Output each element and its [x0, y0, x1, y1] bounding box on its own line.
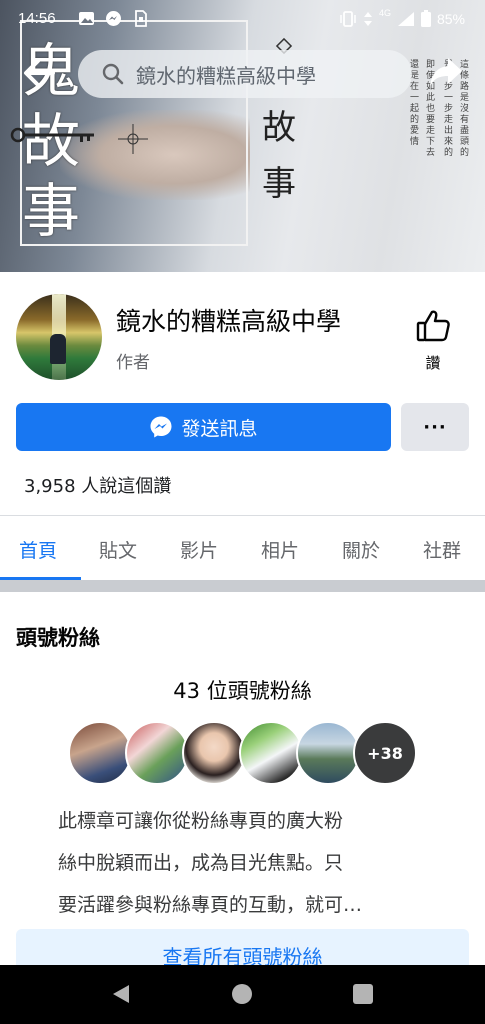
search-text: 鏡水的糟糕高級中學 — [136, 63, 316, 88]
more-fans-count[interactable]: +38 — [353, 721, 417, 785]
description-line: 絲中脫穎而出，成為目光焦點。只 — [58, 852, 344, 874]
status-bar: 14:56 4G 85% — [0, 0, 485, 38]
fan-avatar-list[interactable]: +38 — [68, 721, 418, 785]
back-arrow-icon[interactable] — [22, 56, 56, 90]
data-transfer-icon — [363, 11, 372, 26]
vibrate-icon — [340, 10, 356, 27]
fan-avatar[interactable] — [296, 721, 360, 785]
section-separator — [0, 580, 485, 592]
nav-back-icon[interactable] — [110, 983, 132, 1005]
page-tabs: 首頁 貼文 影片 相片 關於 社群 — [0, 516, 485, 580]
description-line: 此標章可讓你從粉絲專頁的廣大粉 — [58, 810, 344, 832]
messenger-icon — [150, 416, 172, 438]
description-line: 要活躍參與粉絲專頁的互動，就可… — [58, 894, 363, 916]
cover-calligraphy-right: 故事 — [262, 108, 296, 204]
battery-icon — [420, 10, 431, 27]
search-icon — [102, 63, 124, 85]
network-type: 4G — [378, 7, 391, 18]
share-icon[interactable] — [428, 56, 464, 90]
nav-home-icon[interactable] — [232, 984, 252, 1004]
fan-avatar[interactable] — [239, 721, 303, 785]
compass-ornament-icon — [118, 124, 148, 154]
fan-avatar[interactable] — [182, 721, 246, 785]
system-navigation-bar — [0, 965, 485, 1024]
likes-count: 3,958 人說這個讚 — [24, 476, 172, 497]
key-icon — [10, 127, 94, 143]
like-button[interactable]: 讚 — [410, 308, 456, 378]
thumbs-up-icon — [416, 310, 450, 342]
page-role: 作者 — [116, 353, 150, 373]
page-avatar[interactable] — [16, 294, 102, 380]
fan-avatar[interactable] — [68, 721, 132, 785]
tab-home[interactable]: 首頁 — [19, 536, 57, 563]
status-time: 14:56 — [18, 10, 56, 27]
more-options-button[interactable]: ··· — [401, 403, 469, 451]
tab-photos[interactable]: 相片 — [261, 536, 299, 563]
tab-about[interactable]: 關於 — [342, 536, 380, 563]
fan-avatar[interactable] — [125, 721, 189, 785]
page-title: 鏡水的糟糕高級中學 — [116, 307, 342, 336]
send-message-label: 發送訊息 — [181, 417, 258, 440]
tab-community[interactable]: 社群 — [423, 536, 461, 563]
like-label: 讚 — [425, 354, 441, 372]
tab-posts[interactable]: 貼文 — [99, 536, 137, 563]
gallery-icon — [79, 12, 94, 25]
tab-videos[interactable]: 影片 — [180, 536, 218, 563]
top-fans-title: 頭號粉絲 — [16, 626, 100, 650]
top-fans-count: 43 位頭號粉絲 — [173, 679, 312, 703]
search-bar[interactable]: 鏡水的糟糕高級中學 — [78, 50, 412, 98]
battery-percent: 85% — [436, 10, 465, 27]
send-message-button[interactable]: 發送訊息 — [16, 403, 391, 451]
signal-icon — [397, 11, 414, 26]
messenger-notification-icon — [106, 11, 121, 26]
cover-photo[interactable]: 鬼故事 故事 這條路是沒有盡頭的 是一步一步走出來的 即使如此也要走下去 還是在… — [0, 0, 485, 272]
sim-card-icon — [135, 10, 147, 27]
top-fans-description: 此標章可讓你從粉絲專頁的廣大粉 絲中脫穎而出，成為目光焦點。只 要活躍參與粉絲專… — [58, 800, 428, 926]
nav-recent-apps-icon[interactable] — [353, 984, 373, 1004]
